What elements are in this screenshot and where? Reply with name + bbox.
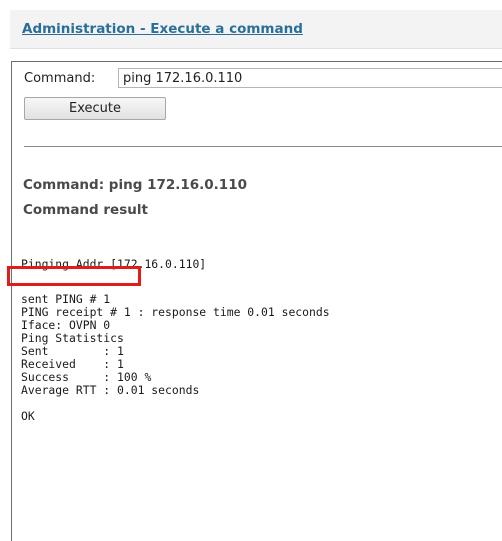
output-line-average-rtt: Average RTT : 0.01 seconds <box>21 383 200 397</box>
command-label: Command: <box>24 71 96 86</box>
command-result-heading: Command result <box>23 202 148 218</box>
command-input[interactable] <box>118 68 502 88</box>
command-panel: Command: Execute Command: ping 172.16.0.… <box>11 61 502 541</box>
output-line-ok: OK <box>21 409 35 423</box>
divider <box>24 146 502 147</box>
execute-command-page: Administration - Execute a command Comma… <box>0 0 502 541</box>
page-title-link[interactable]: Administration - Execute a command <box>22 21 303 37</box>
execute-button[interactable]: Execute <box>24 97 166 120</box>
result-command-text: Command: ping 172.16.0.110 <box>23 177 247 193</box>
iface-highlight-annotation <box>7 266 141 286</box>
page-header: Administration - Execute a command <box>10 10 502 49</box>
